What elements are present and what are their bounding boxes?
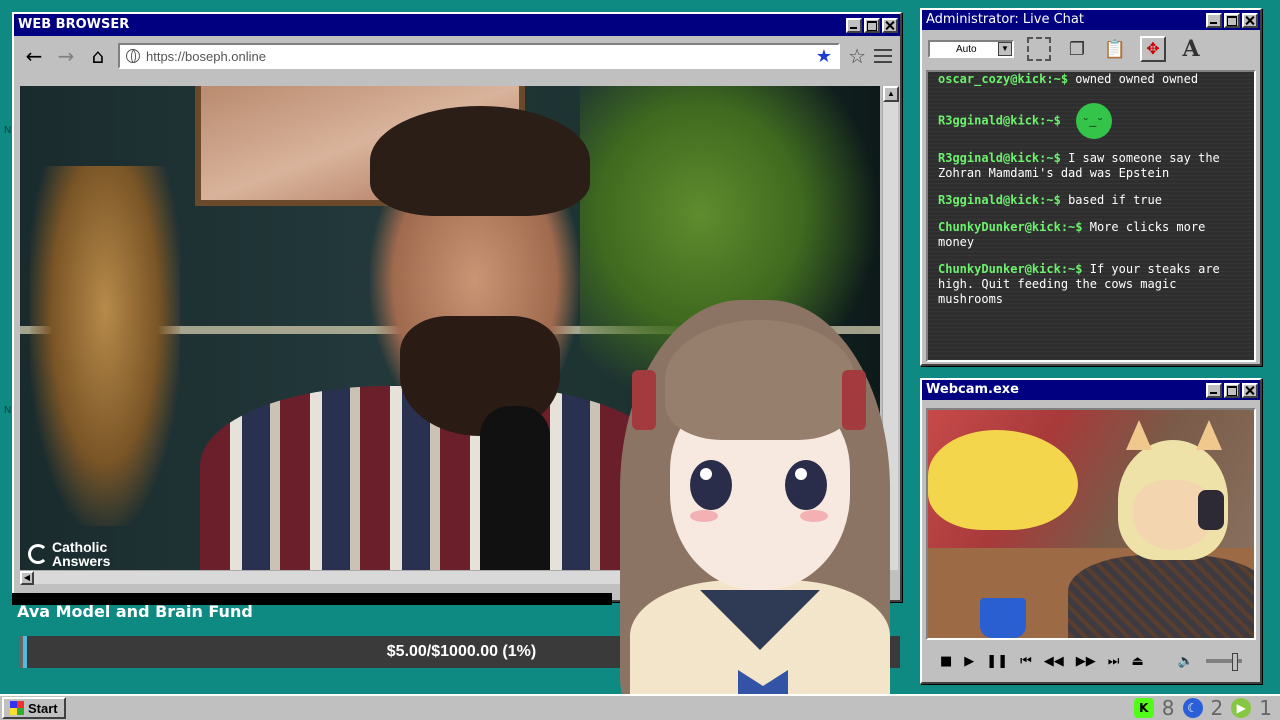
webcam-window: Webcam.exe ■ ▶ ❚❚ ⏮ ◀◀ ▶▶ ⏭ ⏏ 🔈 [920, 378, 1262, 684]
chat-username: R3gginald@kick:~$ [938, 113, 1061, 128]
avatar-hair-bow [842, 370, 866, 430]
maximize-button[interactable] [1224, 382, 1240, 398]
url-input[interactable]: https://boseph.online [146, 49, 810, 64]
headphones [1198, 490, 1224, 530]
volume-icon[interactable]: 🔈 [1178, 654, 1194, 669]
moon-count: 2 [1210, 696, 1224, 720]
desktop-icon-mark: N [4, 125, 12, 136]
windows-logo-icon [10, 701, 24, 715]
live-chat-window: Administrator: Live Chat Auto ▼ ❐ 📋 ✥ A … [920, 8, 1262, 366]
character-sweater [1068, 555, 1254, 638]
vtuber-avatar [610, 300, 910, 720]
chat-message: ChunkyDunker@kick:~$ More clicks more mo… [928, 216, 1254, 258]
back-arrow-icon[interactable]: ← [22, 44, 46, 68]
webcam-view [926, 408, 1256, 640]
fast-forward-icon[interactable]: ▶▶ [1076, 654, 1096, 669]
minimize-button[interactable] [1206, 382, 1222, 398]
chat-titlebar[interactable]: Administrator: Live Chat [922, 10, 1260, 30]
minimize-button[interactable] [1206, 12, 1222, 28]
rumble-count: 1 [1259, 696, 1272, 720]
angel-statue [30, 166, 180, 526]
browser-title: WEB BROWSER [18, 17, 130, 32]
select-rect-icon[interactable] [1026, 36, 1052, 62]
rumble-icon[interactable]: ▶ [1231, 698, 1252, 718]
star-outline-icon[interactable]: ☆ [848, 44, 866, 69]
bookmarked-star-icon[interactable]: ★ [816, 46, 832, 67]
kick-icon[interactable]: K [1133, 698, 1154, 718]
chat-message: R3gginald@kick:~$ I saw someone say the … [928, 147, 1254, 189]
logo-mark-icon [28, 544, 48, 564]
chevron-down-icon[interactable]: ▼ [998, 42, 1012, 56]
move-icon[interactable]: ✥ [1140, 36, 1166, 62]
chat-username: R3gginald@kick:~$ [938, 193, 1061, 207]
skip-back-icon[interactable]: ⏮ [1020, 654, 1032, 669]
close-button[interactable] [1242, 12, 1258, 28]
chat-text: owned owned owned [1075, 72, 1199, 86]
taskbar: Start K 8 ☾ 2 ▶ 1 [0, 694, 1280, 720]
microphone [480, 406, 550, 570]
size-select-value: Auto [956, 43, 977, 55]
minimize-button[interactable] [846, 17, 862, 33]
volume-slider[interactable] [1206, 653, 1242, 671]
avatar-eye [690, 460, 732, 510]
chat-message: ChunkyDunker@kick:~$ If your steaks are … [928, 258, 1254, 315]
stop-icon[interactable]: ■ [940, 654, 952, 669]
webcam-titlebar[interactable]: Webcam.exe [922, 380, 1260, 400]
chat-text: based if true [1068, 193, 1162, 207]
chat-message: oscar_cozy@kick:~$ owned owned owned [928, 72, 1254, 95]
home-icon[interactable]: ⌂ [86, 44, 110, 68]
chat-username: ChunkyDunker@kick:~$ [938, 262, 1083, 276]
blue-mug [980, 598, 1026, 638]
chat-username: ChunkyDunker@kick:~$ [938, 220, 1083, 234]
close-button[interactable] [882, 17, 898, 33]
font-icon[interactable]: A [1178, 36, 1204, 62]
pause-icon[interactable]: ❚❚ [986, 654, 1008, 669]
scroll-up-arrow-icon[interactable]: ▲ [883, 86, 899, 102]
maximize-button[interactable] [1224, 12, 1240, 28]
webcam-title: Webcam.exe [926, 382, 1019, 397]
rewind-icon[interactable]: ◀◀ [1044, 654, 1064, 669]
chat-title: Administrator: Live Chat [926, 12, 1084, 27]
media-controls: ■ ▶ ❚❚ ⏮ ◀◀ ▶▶ ⏭ ⏏ 🔈 [926, 646, 1256, 676]
presenter-hair [370, 106, 590, 216]
moon-icon[interactable]: ☾ [1182, 698, 1203, 718]
maximize-button[interactable] [864, 17, 880, 33]
globe-icon [126, 49, 140, 63]
skip-forward-icon[interactable]: ⏭ [1108, 654, 1120, 669]
chat-message: R3gginald@kick:~$ [928, 95, 1254, 147]
green-face-emote-icon [1076, 103, 1113, 139]
avatar-eye [785, 460, 827, 510]
forward-arrow-icon[interactable]: → [54, 44, 78, 68]
avatar-blush [690, 510, 718, 522]
chat-log[interactable]: oscar_cozy@kick:~$ owned owned owned R3g… [926, 70, 1256, 362]
eject-icon[interactable]: ⏏ [1132, 654, 1144, 669]
chat-message: R3gginald@kick:~$ based if true [928, 189, 1254, 216]
menu-icon[interactable] [874, 49, 892, 63]
avatar-bangs [665, 320, 855, 440]
size-select[interactable]: Auto ▼ [928, 40, 1014, 58]
scroll-left-arrow-icon[interactable]: ◀ [20, 571, 34, 585]
start-button[interactable]: Start [2, 697, 66, 719]
system-tray: K 8 ☾ 2 ▶ 1 [1133, 696, 1278, 720]
copy-icon[interactable]: ❐ [1064, 36, 1090, 62]
paste-icon[interactable]: 📋 [1102, 36, 1128, 62]
close-button[interactable] [1242, 382, 1258, 398]
play-icon[interactable]: ▶ [964, 654, 974, 669]
avatar-hair-bow [632, 370, 656, 430]
chat-username: R3gginald@kick:~$ [938, 151, 1061, 165]
chat-username: oscar_cozy@kick:~$ [938, 72, 1069, 86]
chat-toolbar: Auto ▼ ❐ 📋 ✥ A [922, 30, 1260, 68]
video-logo-text: Catholic Answers [52, 539, 111, 569]
desktop-icon-mark: N [4, 405, 12, 416]
browser-titlebar[interactable]: WEB BROWSER [14, 14, 900, 36]
kick-count: 8 [1161, 696, 1175, 720]
avatar-blush [800, 510, 828, 522]
browser-nav-bar: ← → ⌂ https://boseph.online ★ ☆ [14, 36, 900, 76]
fund-title: Ava Model and Brain Fund [17, 602, 253, 621]
address-bar[interactable]: https://boseph.online ★ [118, 43, 841, 69]
video-logo: Catholic Answers [28, 540, 122, 568]
start-label: Start [28, 700, 58, 716]
